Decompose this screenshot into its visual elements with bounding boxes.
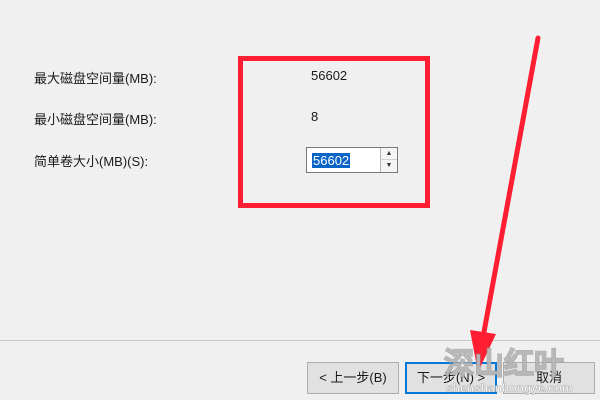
watermark-url: shenshanhongye.com <box>446 381 573 395</box>
watermark-logo: 深山红叶 shenshanhongye.com <box>443 347 573 395</box>
volume-size-dialog: 最大磁盘空间量(MB): 56602 最小磁盘空间量(MB): 8 简单卷大小(… <box>0 0 600 400</box>
watermark-brand: 深山红叶 <box>444 348 564 381</box>
